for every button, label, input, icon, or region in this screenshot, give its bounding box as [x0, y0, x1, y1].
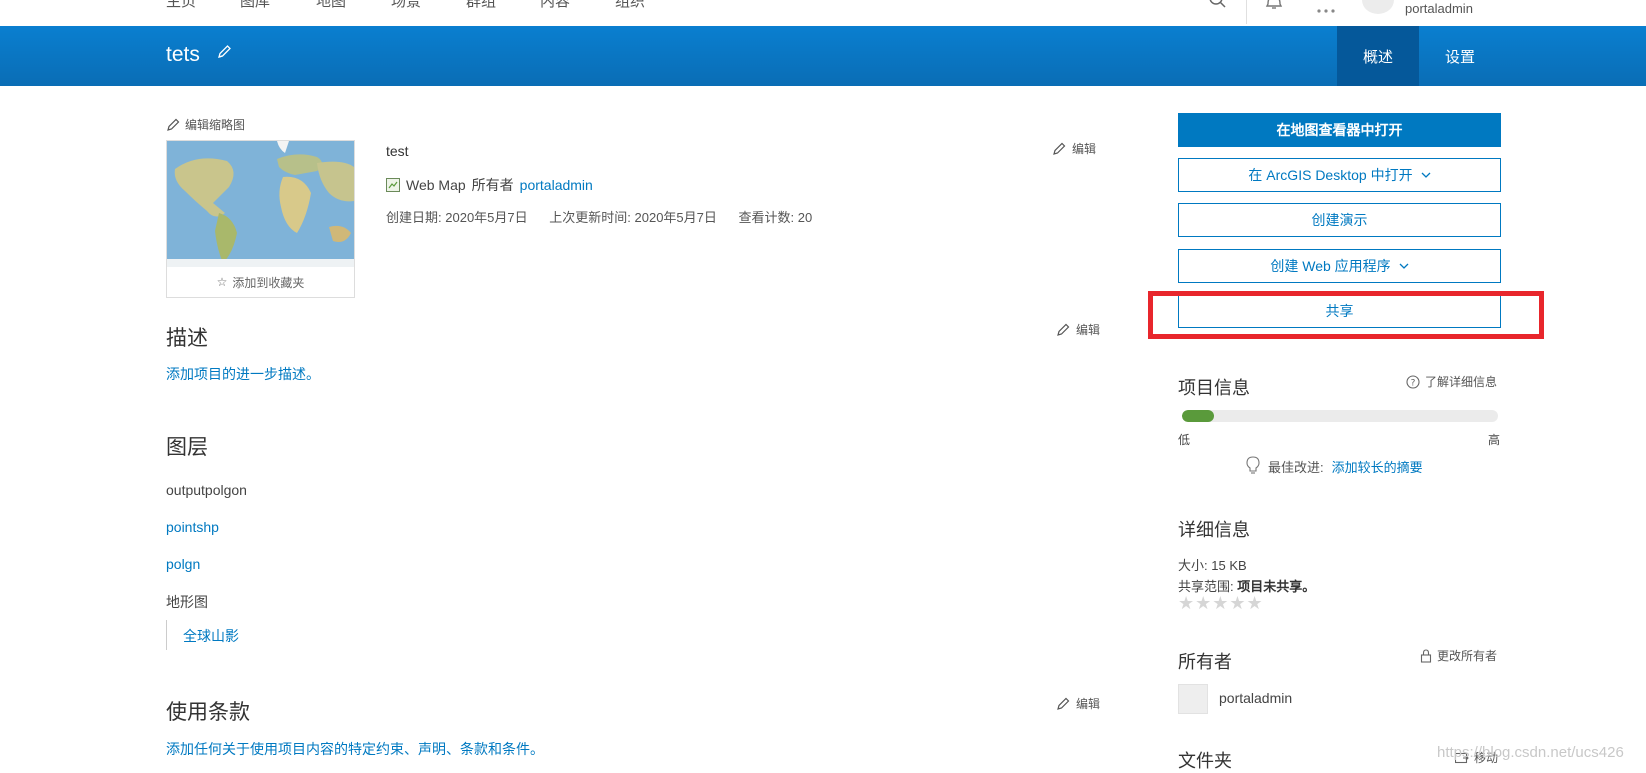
basemap-label: 地形图 [166, 594, 208, 610]
terms-heading: 使用条款 [166, 701, 250, 724]
edit-summary-button[interactable]: 编辑 [1052, 140, 1096, 157]
pencil-icon [1053, 142, 1066, 155]
nav-content[interactable]: 内容 [540, 0, 570, 11]
item-dates: 创建日期: 2020年5月7日 上次更新时间: 2020年5月7日 查看计数: … [386, 207, 830, 226]
apps-grid-icon[interactable] [1316, 2, 1336, 20]
owner-heading: 所有者 [1178, 652, 1232, 672]
user-avatar[interactable] [1362, 0, 1394, 14]
learn-more-label: 了解详细信息 [1425, 375, 1498, 389]
chevron-down-icon [1399, 263, 1409, 269]
svg-text:?: ? [1411, 378, 1416, 388]
edit-thumbnail-link[interactable]: 编辑缩略图 [166, 116, 245, 133]
item-info-progress-fill [1182, 410, 1214, 422]
item-type: Web Map [406, 177, 466, 193]
owner-avatar [1178, 684, 1208, 714]
learn-more-link[interactable]: ? 了解详细信息 [1406, 373, 1497, 390]
username[interactable]: portaladmin [1405, 1, 1473, 16]
created-date: 2020年5月7日 [445, 210, 528, 225]
watermark-text: https://blog.csdn.net/ucs426 [1437, 744, 1624, 761]
change-owner-button[interactable]: 更改所有者 [1420, 647, 1497, 664]
owner-name[interactable]: portaladmin [1219, 690, 1292, 706]
add-description-link[interactable]: 添加项目的进一步描述。 [166, 364, 320, 384]
add-terms-link[interactable]: 添加任何关于使用项目内容的特定约束、声明、条款和条件。 [166, 739, 544, 759]
add-to-favorites-label: 添加到收藏夹 [232, 275, 305, 290]
share-scope-value: 项目未共享。 [1237, 579, 1316, 594]
create-web-app-label: 创建 Web 应用程序 [1270, 258, 1391, 274]
basemap-layer-link[interactable]: 全球山影 [166, 620, 239, 650]
progress-high-label: 高 [1488, 433, 1501, 447]
pencil-icon [1057, 697, 1070, 710]
nav-divider [1246, 0, 1247, 24]
tab-overview[interactable]: 概述 [1337, 26, 1419, 86]
updated-label: 上次更新时间: [549, 210, 631, 225]
open-in-map-viewer-label: 在地图查看器中打开 [1276, 122, 1403, 138]
create-web-app-button[interactable]: 创建 Web 应用程序 [1178, 249, 1501, 283]
edit-thumbnail-label: 编辑缩略图 [185, 118, 246, 132]
updated-date: 2020年5月7日 [634, 210, 717, 225]
tab-settings[interactable]: 设置 [1419, 26, 1501, 86]
change-owner-label: 更改所有者 [1437, 649, 1498, 663]
progress-low-label: 低 [1178, 433, 1191, 447]
nav-scene[interactable]: 场景 [391, 0, 421, 11]
nav-map[interactable]: 地图 [316, 0, 346, 11]
thumbnail-card: ☆ 添加到收藏夹 [166, 140, 355, 298]
edit-label: 编辑 [1076, 697, 1101, 711]
best-improvement-label: 最佳改进: [1268, 459, 1324, 475]
item-summary-title: test [386, 143, 409, 159]
layers-heading: 图层 [166, 436, 208, 459]
best-improvement: 最佳改进: 添加较长的摘要 [1246, 456, 1423, 476]
owner-link[interactable]: portaladmin [520, 177, 593, 193]
lightbulb-icon [1246, 456, 1260, 474]
page-title: tets [166, 43, 200, 66]
search-icon[interactable] [1208, 0, 1228, 15]
nav-gallery[interactable]: 图库 [240, 0, 270, 11]
map-thumbnail[interactable] [167, 141, 354, 267]
edit-description-button[interactable]: 编辑 [1056, 321, 1100, 338]
folder-heading: 文件夹 [1178, 751, 1232, 771]
nav-organization[interactable]: 组织 [615, 0, 645, 11]
layer-item[interactable]: polgn [166, 556, 200, 572]
size-value: 15 KB [1211, 558, 1247, 573]
edit-terms-button[interactable]: 编辑 [1056, 695, 1100, 712]
rating-stars[interactable]: ★★★★★ [1178, 593, 1264, 614]
pencil-icon [167, 118, 180, 131]
top-navigation: 主页 图库 地图 场景 群组 内容 组织 portaladmin [0, 0, 1646, 26]
help-circle-icon: ? [1406, 374, 1420, 389]
created-label: 创建日期: [386, 210, 442, 225]
item-info-heading: 项目信息 [1178, 378, 1250, 398]
share-scope-label: 共享范围: [1178, 579, 1234, 594]
open-in-arcgis-desktop-button[interactable]: 在 ArcGIS Desktop 中打开 [1178, 158, 1501, 192]
item-type-line: Web Map 所有者 portaladmin [386, 175, 593, 195]
item-info-progress-bar [1182, 410, 1498, 422]
details-heading: 详细信息 [1178, 520, 1250, 540]
edit-title-pencil-icon[interactable] [216, 44, 232, 65]
open-in-arcgis-desktop-label: 在 ArcGIS Desktop 中打开 [1248, 167, 1413, 183]
open-in-map-viewer-button[interactable]: 在地图查看器中打开 [1178, 113, 1501, 147]
layer-item: outputpolgon [166, 482, 247, 498]
size-line: 大小: 15 KB [1178, 555, 1247, 574]
create-presentation-button[interactable]: 创建演示 [1178, 203, 1501, 237]
star-icon: ☆ [216, 275, 228, 289]
add-longer-summary-link[interactable]: 添加较长的摘要 [1332, 457, 1423, 476]
create-presentation-label: 创建演示 [1311, 212, 1368, 228]
views-count: 20 [797, 210, 813, 225]
share-highlight-annotation [1148, 291, 1544, 339]
nav-groups[interactable]: 群组 [466, 0, 496, 11]
size-label: 大小: [1178, 558, 1208, 573]
edit-label: 编辑 [1076, 323, 1101, 337]
chevron-down-icon [1421, 172, 1431, 178]
bell-icon[interactable] [1265, 0, 1283, 15]
views-label: 查看计数: [738, 210, 795, 225]
layer-item[interactable]: pointshp [166, 519, 219, 535]
add-to-favorites-button[interactable]: ☆ 添加到收藏夹 [167, 267, 354, 297]
pencil-icon [1057, 323, 1070, 336]
item-header: tets 概述 设置 [0, 26, 1646, 86]
nav-home[interactable]: 主页 [166, 0, 196, 11]
webmap-icon [386, 178, 400, 192]
edit-label: 编辑 [1072, 142, 1097, 156]
owner-label: 所有者 [471, 177, 514, 193]
lock-icon [1420, 648, 1432, 663]
description-heading: 描述 [166, 327, 208, 350]
